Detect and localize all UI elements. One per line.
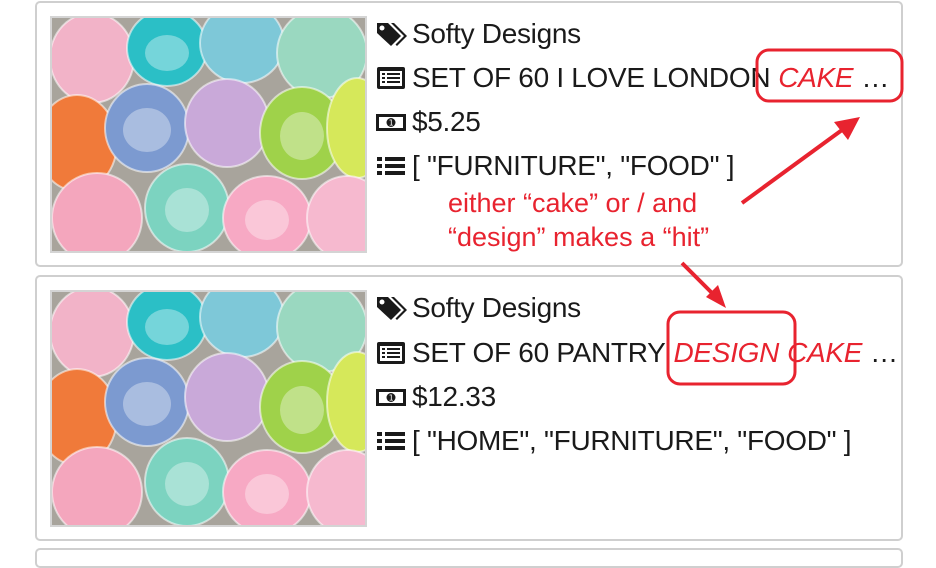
title-row: SET OF 60 I LOVE LONDON CAKE… [375, 60, 889, 96]
brand-name[interactable]: Softy Designs [412, 18, 581, 50]
cupcake-cases-image [52, 292, 365, 525]
title-text: SET OF 60 PANTRY [412, 337, 666, 368]
tags-icon [375, 294, 407, 322]
title-text: SET OF 60 I LOVE LONDON [412, 62, 771, 93]
product-price: $12.33 [412, 381, 496, 412]
list-alt-icon [375, 339, 407, 367]
annotation-line-1: either “cake” or / and [448, 188, 698, 218]
money-icon: 1 [375, 108, 407, 136]
cupcake-cases-image [52, 18, 365, 251]
categories-row: [ "FURNITURE", "FOOD" ] [375, 148, 734, 184]
title-ellipsis: … [870, 337, 898, 368]
product-price: $5.25 [412, 106, 481, 137]
price-row: 1 $5.25 [375, 104, 481, 140]
match-highlight-design: DESIGN [673, 337, 780, 368]
list-alt-icon [375, 64, 407, 92]
annotation-note: either “cake” or / and “design” makes a … [448, 186, 738, 254]
title-ellipsis: … [861, 62, 890, 93]
price-row: 1 $12.33 [375, 379, 496, 415]
product-image[interactable] [50, 290, 367, 527]
product-title[interactable]: SET OF 60 PANTRY DESIGN CAKE… [412, 337, 898, 369]
brand-row: Softy Designs [375, 290, 581, 326]
brand-name[interactable]: Softy Designs [412, 292, 581, 324]
categories-row: [ "HOME", "FURNITURE", "FOOD" ] [375, 423, 852, 459]
annotation-line-2: “design” makes a “hit” [448, 222, 710, 252]
list-icon [375, 152, 407, 180]
match-highlight-cake: CAKE [778, 62, 854, 93]
tags-icon [375, 20, 407, 48]
product-title[interactable]: SET OF 60 I LOVE LONDON CAKE… [412, 62, 889, 94]
title-row: SET OF 60 PANTRY DESIGN CAKE… [375, 335, 898, 371]
list-icon [375, 427, 407, 455]
product-categories: [ "FURNITURE", "FOOD" ] [412, 150, 735, 181]
result-card[interactable] [35, 548, 903, 568]
brand-row: Softy Designs [375, 16, 581, 52]
product-categories: [ "HOME", "FURNITURE", "FOOD" ] [412, 425, 852, 456]
svg-text:1: 1 [389, 119, 394, 128]
svg-text:1: 1 [389, 394, 394, 403]
money-icon: 1 [375, 383, 407, 411]
product-image[interactable] [50, 16, 367, 253]
match-highlight-cake: CAKE [787, 337, 863, 368]
